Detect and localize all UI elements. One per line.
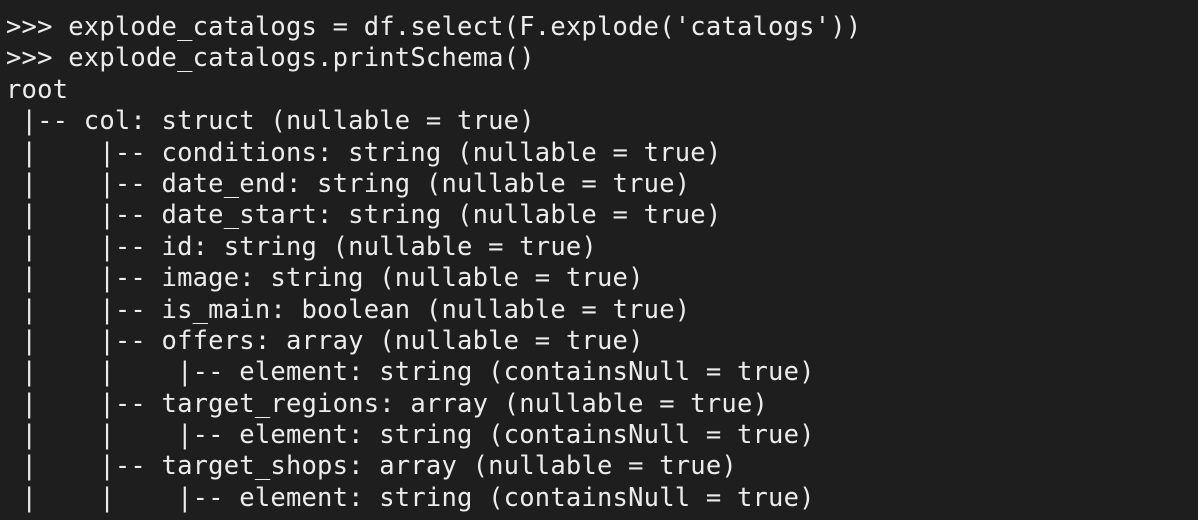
schema-field-target-shops: | |-- target_shops: array (nullable = tr… (6, 451, 737, 482)
schema-field-date-end: | |-- date_end: string (nullable = true) (6, 168, 691, 199)
schema-field-col: |-- col: struct (nullable = true) (6, 106, 535, 137)
schema-field-date-start: | |-- date_start: string (nullable = tru… (6, 200, 722, 231)
schema-field-is-main: | |-- is_main: boolean (nullable = true) (6, 294, 691, 325)
schema-field-offers: | |-- offers: array (nullable = true) (6, 325, 644, 356)
schema-field-id: | |-- id: string (nullable = true) (6, 231, 597, 262)
terminal-window[interactable]: >>> explode_catalogs = df.select(F.explo… (0, 0, 1198, 520)
command-line-1: >>> explode_catalogs = df.select(F.explo… (6, 12, 862, 42)
schema-field-image: | |-- image: string (nullable = true) (6, 263, 644, 294)
schema-field-conditions: | |-- conditions: string (nullable = tru… (6, 137, 722, 168)
schema-field-target-regions: | |-- target_regions: array (nullable = … (6, 388, 769, 419)
command-line-2: >>> explode_catalogs.printSchema() (6, 43, 535, 74)
schema-field-target-regions-element: | | |-- element: string (containsNull = … (6, 420, 815, 451)
schema-field-target-shops-element: | | |-- element: string (containsNull = … (6, 482, 815, 513)
schema-field-offers-element: | | |-- element: string (containsNull = … (6, 357, 815, 388)
schema-root: root (6, 74, 69, 105)
